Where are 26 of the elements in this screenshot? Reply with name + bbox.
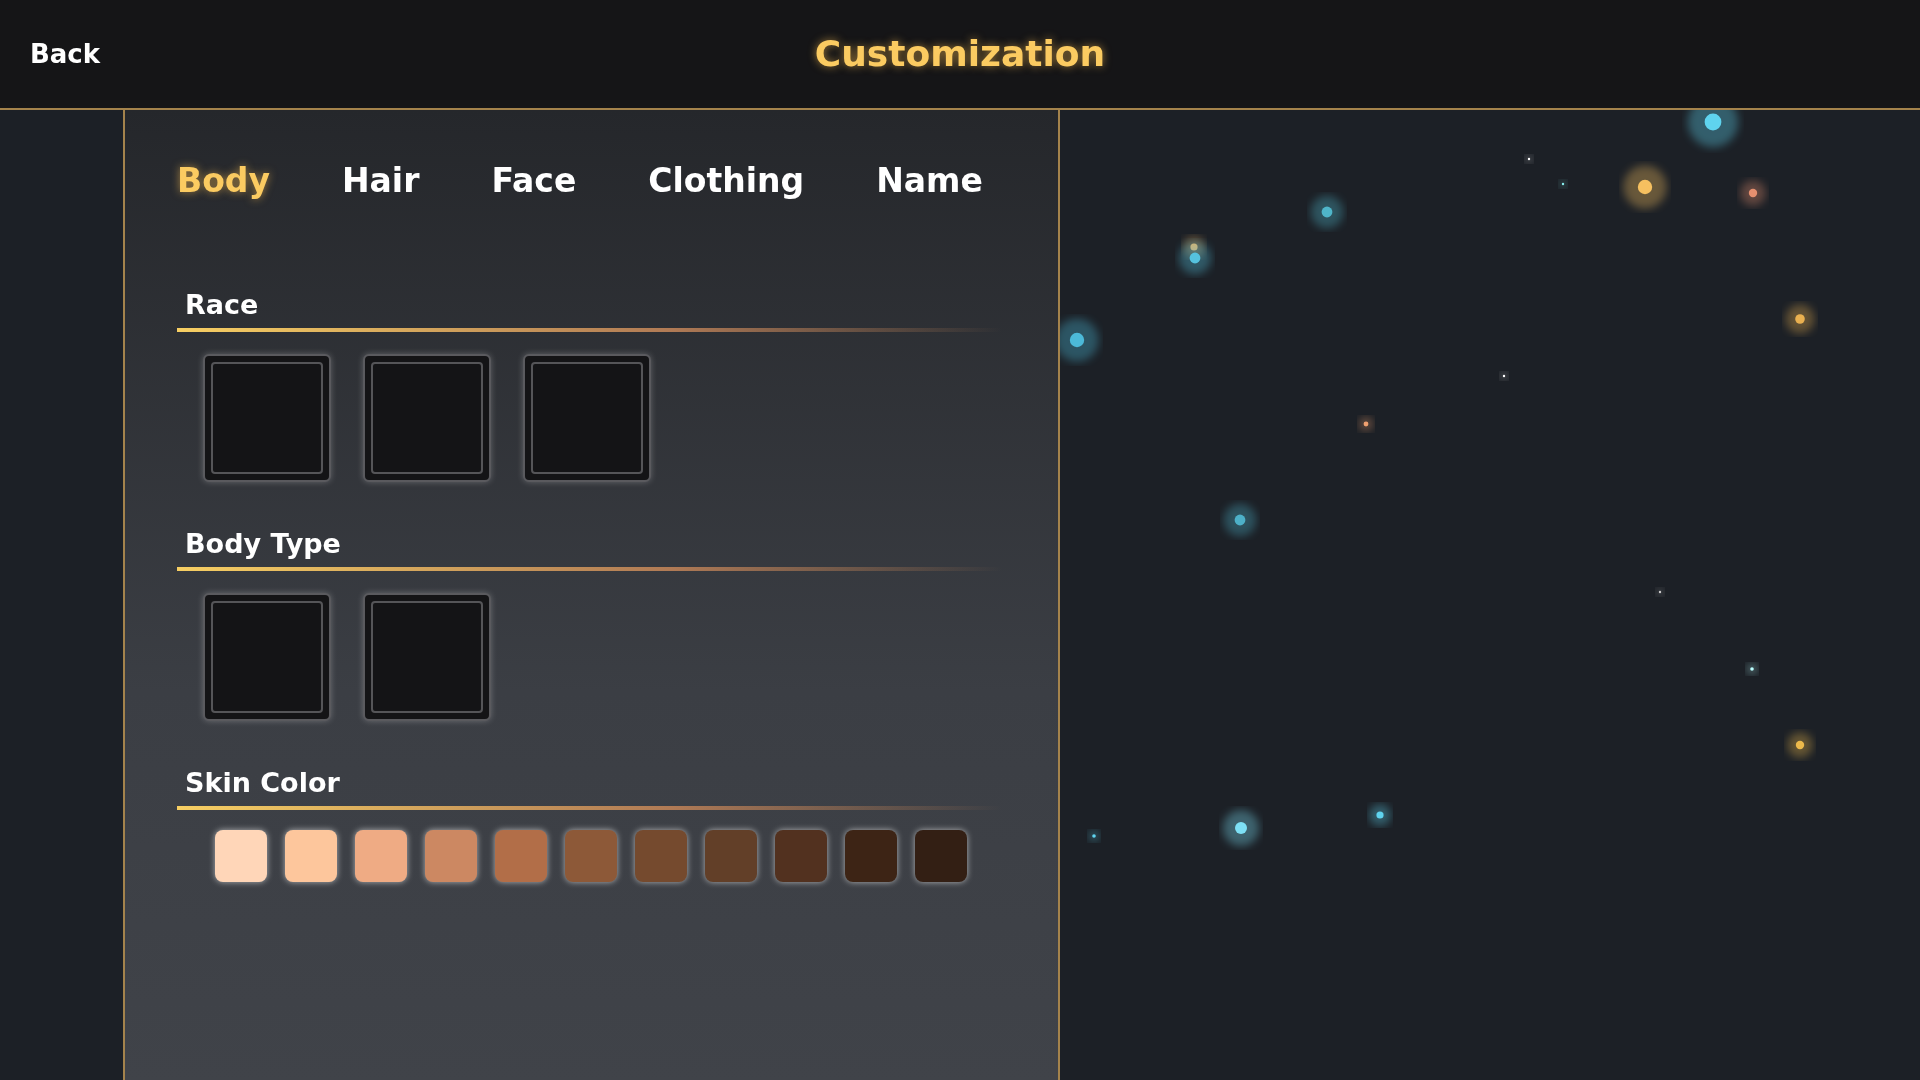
option-tile[interactable] [203,354,331,482]
back-button[interactable]: Back [30,34,101,74]
option-tile[interactable] [203,593,331,721]
category-tab[interactable]: Name [876,164,983,197]
section-heading: Skin Color [185,769,341,796]
color-swatch[interactable] [775,830,827,882]
page-title: Customization [814,32,1106,76]
category-tab[interactable]: Face [491,164,577,197]
option-tile[interactable] [363,593,491,721]
color-swatch[interactable] [705,830,757,882]
category-tab[interactable]: Clothing [648,164,805,197]
color-swatch[interactable] [915,830,967,882]
category-tab[interactable]: Hair [341,164,420,197]
color-swatch[interactable] [565,830,617,882]
color-swatch[interactable] [845,830,897,882]
color-swatch[interactable] [425,830,477,882]
color-swatch[interactable] [285,830,337,882]
color-swatch[interactable] [215,830,267,882]
category-tab[interactable]: Body [177,164,270,197]
color-swatch[interactable] [355,830,407,882]
color-swatch[interactable] [495,830,547,882]
option-tile[interactable] [363,354,491,482]
color-swatch[interactable] [635,830,687,882]
section-heading: Race [185,291,260,318]
option-tile[interactable] [523,354,651,482]
section-heading: Body Type [185,530,342,557]
